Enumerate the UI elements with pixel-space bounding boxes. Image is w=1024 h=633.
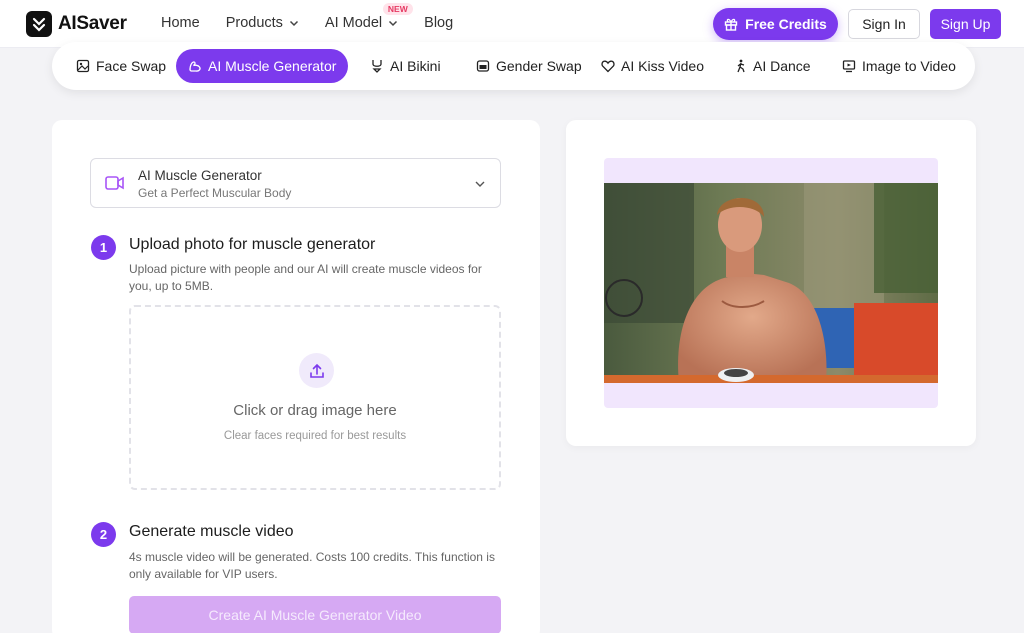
step-2-description: 4s muscle video will be generated. Costs… <box>129 550 495 581</box>
chevron-down-icon <box>475 181 485 187</box>
brand-name: AISaver <box>58 13 127 34</box>
sign-in-button[interactable]: Sign In <box>848 9 920 39</box>
tab-face-swap[interactable]: Face Swap <box>76 49 166 83</box>
gift-icon <box>724 18 738 31</box>
dance-icon <box>737 59 745 73</box>
free-credits-button[interactable]: Free Credits <box>713 8 838 40</box>
tab-ai-muscle-generator[interactable]: AI Muscle Generator <box>176 49 349 83</box>
selector-title: AI Muscle Generator <box>138 168 262 183</box>
step-2-number: 2 <box>91 522 116 547</box>
tab-ai-muscle-generator-label: AI Muscle Generator <box>208 58 337 74</box>
nav-ai-model[interactable]: AI Model NEW <box>324 3 413 31</box>
tab-ai-kiss-video[interactable]: AI Kiss Video <box>601 49 704 83</box>
sign-up-button[interactable]: Sign Up <box>930 9 1001 39</box>
selector-subtitle: Get a Perfect Muscular Body <box>138 186 292 200</box>
main-nav: Home Products AI Model NEW Blog <box>161 3 479 31</box>
monitor-icon <box>842 60 856 73</box>
nav-home-label: Home <box>161 15 200 31</box>
nav-blog[interactable]: Blog <box>424 15 453 31</box>
bikini-icon <box>372 60 382 73</box>
brand-logo[interactable]: AISaver <box>26 11 127 37</box>
tab-ai-kiss-video-label: AI Kiss Video <box>621 58 705 74</box>
nav-products-label: Products <box>225 15 283 31</box>
top-header: AISaver Home Products AI Model NEW Blog … <box>0 0 1024 48</box>
dropzone-title: Click or drag image here <box>233 402 397 419</box>
example-preview-image <box>604 183 938 383</box>
heart-icon <box>601 60 615 73</box>
chevron-down-icon <box>389 20 398 27</box>
image-icon <box>76 59 90 73</box>
upload-icon <box>309 363 324 378</box>
tab-image-to-video[interactable]: Image to Video <box>842 49 956 83</box>
tab-ai-bikini-label: AI Bikini <box>390 58 441 74</box>
free-credits-label: Free Credits <box>745 16 827 32</box>
chevron-down-icon <box>289 20 298 27</box>
step-2-title: Generate muscle video <box>129 523 294 540</box>
step-1-title: Upload photo for muscle generator <box>129 236 376 253</box>
nav-home[interactable]: Home <box>161 15 200 31</box>
dropzone-hint: Clear faces required for best results <box>223 430 407 442</box>
tab-face-swap-label: Face Swap <box>96 58 167 74</box>
tool-selector-dropdown[interactable]: AI Muscle Generator Get a Perfect Muscul… <box>90 158 501 208</box>
nav-products[interactable]: Products <box>226 15 299 31</box>
preview-panel <box>566 120 976 446</box>
nav-blog-label: Blog <box>424 15 454 31</box>
tab-ai-dance[interactable]: AI Dance <box>735 49 811 83</box>
muscle-icon <box>189 61 201 72</box>
image-upload-dropzone[interactable]: Click or drag image here Clear faces req… <box>129 305 501 490</box>
step-1-number: 1 <box>91 235 116 260</box>
upload-icon-container <box>299 353 334 388</box>
tab-gender-swap-label: Gender Swap <box>496 58 582 74</box>
video-camera-icon <box>105 176 124 190</box>
preview-frame <box>604 158 938 408</box>
new-badge: NEW <box>382 3 413 15</box>
gender-swap-icon <box>476 60 490 72</box>
tab-image-to-video-label: Image to Video <box>862 58 956 74</box>
create-video-button[interactable]: Create AI Muscle Generator Video <box>129 596 501 633</box>
tab-ai-bikini[interactable]: AI Bikini <box>370 49 441 83</box>
generator-panel: AI Muscle Generator Get a Perfect Muscul… <box>52 120 540 633</box>
tab-ai-dance-label: AI Dance <box>753 58 811 74</box>
nav-ai-model-label: AI Model <box>324 15 383 31</box>
logo-icon <box>26 11 52 37</box>
tool-tabs: Face Swap AI Muscle Generator AI Bikini … <box>52 42 975 90</box>
step-1-description: Upload picture with people and our AI wi… <box>129 262 482 293</box>
tab-gender-swap[interactable]: Gender Swap <box>476 49 582 83</box>
